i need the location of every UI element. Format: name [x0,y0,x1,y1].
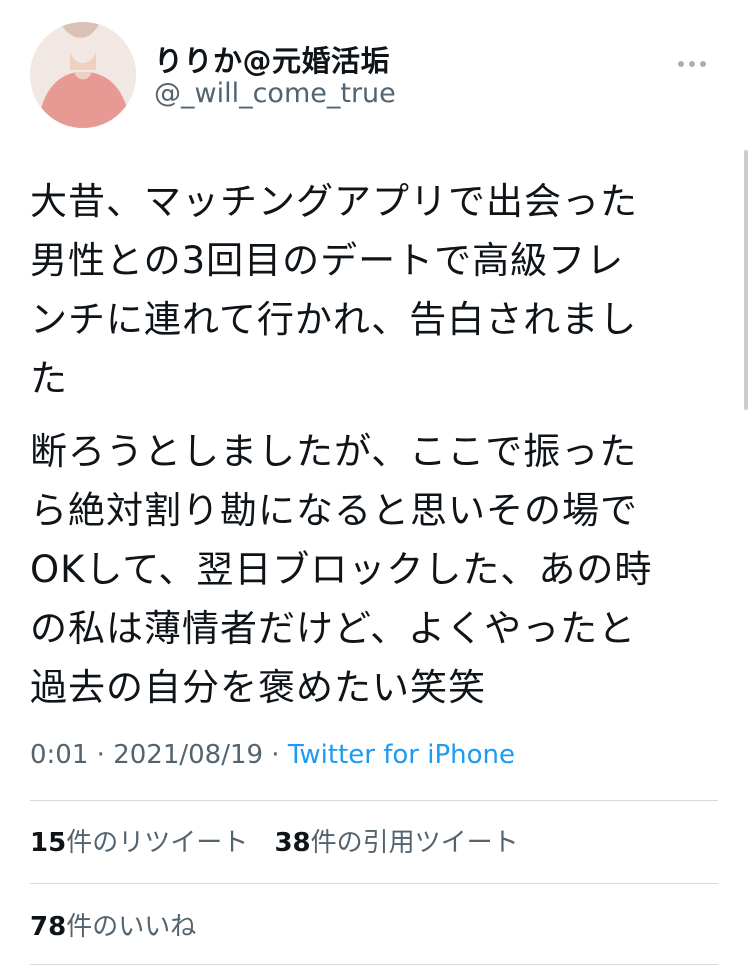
user-handle[interactable]: @_will_come_true [154,78,396,109]
meta-separator: · [263,740,288,770]
dot-icon [700,61,706,67]
more-horizontal-icon[interactable] [678,52,720,72]
source-app-link[interactable]: Twitter for iPhone [288,740,515,770]
divider [30,883,718,884]
dot-icon [689,61,695,67]
engagement-stats: 15件のリツイート 38件の引用ツイート [30,822,537,859]
avatar-image [30,22,136,128]
likes-label: 件のいいね [66,912,197,942]
tweet-time[interactable]: 0:01 [30,740,88,770]
likes-count: 78 [30,912,67,942]
retweets-stat[interactable]: 15件のリツイート [30,822,248,859]
tweet-paragraph: 大昔、マッチングアプリで出会った 男性との3回目のデートで高級フレ ンチに連れて… [30,180,638,400]
display-name[interactable]: りりか@元婚活垢 [154,38,390,80]
tweet-date[interactable]: 2021/08/19 [113,740,263,770]
quotes-label: 件の引用ツイート [310,828,519,858]
scrollbar[interactable] [744,150,748,410]
tweet-paragraph: 断ろうとしましたが、ここで振った ら絶対割り勘になると思いその場で OKして、翌… [30,430,653,709]
avatar[interactable] [30,22,136,128]
tweet-text: 大昔、マッチングアプリで出会った 男性との3回目のデートで高級フレ ンチに連れて… [30,172,720,731]
meta-separator: · [88,740,114,770]
divider [30,964,718,965]
tweet-meta: 0:01 · 2021/08/19 · Twitter for iPhone [30,740,515,770]
retweets-label: 件のリツイート [66,828,249,858]
quotes-count: 38 [274,828,311,858]
tweet-header: りりか@元婚活垢 @_will_come_true [30,22,720,132]
quotes-stat[interactable]: 38件の引用ツイート [274,822,518,859]
retweets-count: 15 [30,828,67,858]
divider [30,800,718,801]
dot-icon [678,61,684,67]
likes-stat[interactable]: 78件のいいね [30,906,196,943]
likes-row: 78件のいいね [30,906,214,943]
